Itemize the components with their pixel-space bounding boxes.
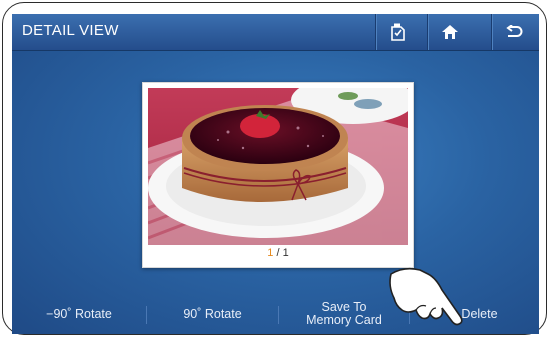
pointing-hand-icon xyxy=(386,264,476,334)
edit-icon xyxy=(390,23,406,41)
page-counter: 1 / 1 xyxy=(143,247,413,259)
header-bar: DETAIL VIEW xyxy=(12,14,539,51)
cake-photo[interactable] xyxy=(148,88,408,245)
page-title: DETAIL VIEW xyxy=(22,22,119,39)
home-icon xyxy=(441,24,459,40)
rotate-right-button[interactable]: 90˚ Rotate xyxy=(147,294,278,334)
screen: DETAIL VIEW 1 / 1 −90˚ Rotate 90˚ Rotate… xyxy=(12,14,539,334)
total-pages: 1 xyxy=(282,247,289,259)
rotate-left-button[interactable]: −90˚ Rotate xyxy=(12,294,146,334)
counter-separator: / xyxy=(273,247,283,259)
back-button[interactable] xyxy=(491,14,536,50)
save-label-line2: Memory Card xyxy=(306,313,382,327)
home-button[interactable] xyxy=(427,14,472,50)
back-icon xyxy=(505,25,523,39)
edit-button[interactable] xyxy=(375,14,420,50)
photo-frame[interactable]: 1 / 1 xyxy=(142,82,414,268)
